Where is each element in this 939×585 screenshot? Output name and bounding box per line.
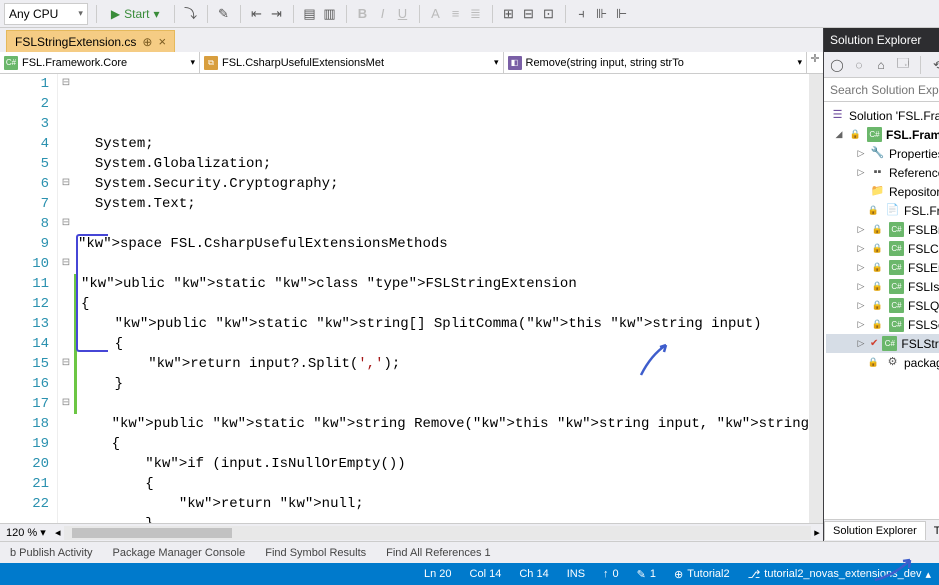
align-set-icon[interactable]: ⫞ — [574, 6, 590, 22]
btab-pmc[interactable]: Package Manager Console — [103, 544, 256, 562]
file-tab-label: FSLStringExtension.cs — [15, 35, 136, 49]
list-icon[interactable]: ≡ — [448, 6, 464, 22]
horizontal-scrollbar[interactable] — [64, 526, 811, 540]
nav-project-combo[interactable]: C#FSL.Framework.Core — [0, 52, 200, 73]
tool-icon[interactable]: ✎ — [216, 6, 232, 22]
scope-icon[interactable]: 🗔 — [894, 56, 912, 74]
editor-pane: FSLStringExtension.cs ⊕ × C#FSL.Framewor… — [0, 28, 823, 541]
cs-file-node[interactable]: ▷🔒C#FSLEnumExtension.cs — [826, 258, 939, 277]
file-tab-active[interactable]: FSLStringExtension.cs ⊕ × — [6, 30, 175, 52]
fontcolor-icon[interactable]: A — [428, 6, 444, 22]
project-node[interactable]: ◢🔒C#FSL.Framework.Core — [826, 125, 939, 144]
layout2-icon[interactable]: ⊟ — [521, 6, 537, 22]
editor-footer: 120 % ▾ ◂ ▸ — [0, 523, 823, 541]
italic-icon[interactable]: I — [375, 6, 391, 22]
repository-node[interactable]: 📁Repository — [826, 182, 939, 201]
indent-out-icon[interactable]: ⇤ — [249, 6, 265, 22]
start-button[interactable]: Start ▾ — [105, 3, 166, 25]
nav-bar: C#FSL.Framework.Core ⧉FSL.CsharpUsefulEx… — [0, 52, 823, 74]
bold-icon[interactable]: B — [355, 6, 371, 22]
properties-node[interactable]: ▷🔧Properties — [826, 144, 939, 163]
zoom-combo[interactable]: 120 % ▾ — [0, 526, 52, 539]
document-tab-bar: FSLStringExtension.cs ⊕ × — [0, 28, 823, 52]
cs-file-node[interactable]: ▷🔒C#FSLIsNullExtension.cs — [826, 277, 939, 296]
status-bar: Ln 20 Col 14 Ch 14 INS ↑ 0 ✎ 1 ⊕ Tutoria… — [0, 563, 939, 585]
btab-findsym[interactable]: Find Symbol Results — [255, 544, 376, 562]
cs-file-node[interactable]: ▷🔒C#FSLCollectionExtension.cs — [826, 239, 939, 258]
fwd-icon[interactable]: ◌ — [850, 56, 868, 74]
packages-node[interactable]: 🔒⚙packages.config — [826, 353, 939, 372]
close-tab-icon[interactable]: × — [158, 34, 166, 49]
home-icon[interactable]: ⌂ — [872, 56, 890, 74]
panel-title-bar[interactable]: Solution Explorer ▾ ⬓ × — [824, 28, 939, 52]
solution-node[interactable]: ☰Solution 'FSL.Framework' (1 project) — [826, 106, 939, 125]
tab-test-explorer[interactable]: Test Explorer — [926, 522, 939, 540]
btab-findref[interactable]: Find All References 1 — [376, 544, 501, 562]
status-ch: Ch 14 — [519, 568, 548, 580]
cs-file-node[interactable]: ▷✔C#FSLStringExtension.cs — [826, 334, 939, 353]
code-editor[interactable]: 12345678910111213141516171819202122 ⊟⊟⊟⊟… — [0, 74, 823, 523]
output-tabs: b Publish Activity Package Manager Conso… — [0, 541, 939, 563]
nav-class-combo[interactable]: ⧉FSL.CsharpUsefulExtensionsMet — [200, 52, 504, 73]
panel-tabs: Solution Explorer Test Explorer Class Vi… — [824, 519, 939, 541]
status-repo[interactable]: ⊕ Tutorial2 — [674, 568, 730, 581]
main-toolbar: Any CPU Start ▾ ⤵ ✎ ⇤ ⇥ ▤ ▥ B I U A ≡ ≣ … — [0, 0, 939, 28]
comment-icon[interactable]: ▤ — [302, 6, 318, 22]
platform-combo[interactable]: Any CPU — [4, 3, 88, 25]
spacing-icon[interactable]: ⊩ — [614, 6, 630, 22]
underline-icon[interactable]: U — [395, 6, 411, 22]
back-icon[interactable]: ◯ — [828, 56, 846, 74]
align-icon[interactable]: ≣ — [468, 6, 484, 22]
status-branch[interactable]: ⎇ tutorial2_novas_extensions_dev ▴ — [748, 568, 931, 581]
cs-file-node[interactable]: ▷🔒C#FSLBrowserCapabilitiesExtension.cs — [826, 220, 939, 239]
solution-toolbar: ◯ ◌ ⌂ 🗔 ⟲ ↻ ⊞ ⊟ 🔧 <> — [824, 52, 939, 78]
cs-file-node[interactable]: ▷🔒C#FSLSerializationExtension.cs — [826, 315, 939, 334]
solution-tree[interactable]: ☰Solution 'FSL.Framework' (1 project) ◢🔒… — [824, 102, 939, 519]
btab-publish[interactable]: b Publish Activity — [0, 544, 103, 562]
uncomment-icon[interactable]: ▥ — [322, 6, 338, 22]
status-pending-edit[interactable]: ✎ 1 — [637, 568, 656, 581]
nav-method-combo[interactable]: ◧Remove(string input, string strTo — [504, 52, 808, 73]
pin-icon[interactable]: ⊕ — [142, 35, 152, 49]
references-node[interactable]: ▷▪▪References — [826, 163, 939, 182]
solution-explorer-panel: Solution Explorer ▾ ⬓ × ◯ ◌ ⌂ 🗔 ⟲ ↻ ⊞ ⊟ … — [823, 28, 939, 541]
cs-file-node[interactable]: ▷🔒C#FSLQueryStringExtension.cs — [826, 296, 939, 315]
sync-icon[interactable]: ⟲ — [929, 56, 939, 74]
split-icon[interactable]: ✛ — [807, 52, 823, 73]
status-line: Ln 20 — [424, 568, 452, 580]
status-ins: INS — [567, 568, 585, 580]
nuspec-node[interactable]: 🔒📄FSL.Framework.Core.nuspec — [826, 201, 939, 220]
layout1-icon[interactable]: ⊞ — [501, 6, 517, 22]
indent-in-icon[interactable]: ⇥ — [269, 6, 285, 22]
tab-solution-explorer[interactable]: Solution Explorer — [824, 521, 926, 540]
solution-search[interactable]: 🔍 ▾ — [824, 78, 939, 102]
solution-search-input[interactable] — [830, 83, 939, 97]
status-col: Col 14 — [470, 568, 502, 580]
step-icon[interactable]: ⤵ — [183, 6, 199, 22]
status-pending-up[interactable]: ↑ 0 — [603, 568, 619, 580]
distribute-icon[interactable]: ⊪ — [594, 6, 610, 22]
layout3-icon[interactable]: ⊡ — [541, 6, 557, 22]
